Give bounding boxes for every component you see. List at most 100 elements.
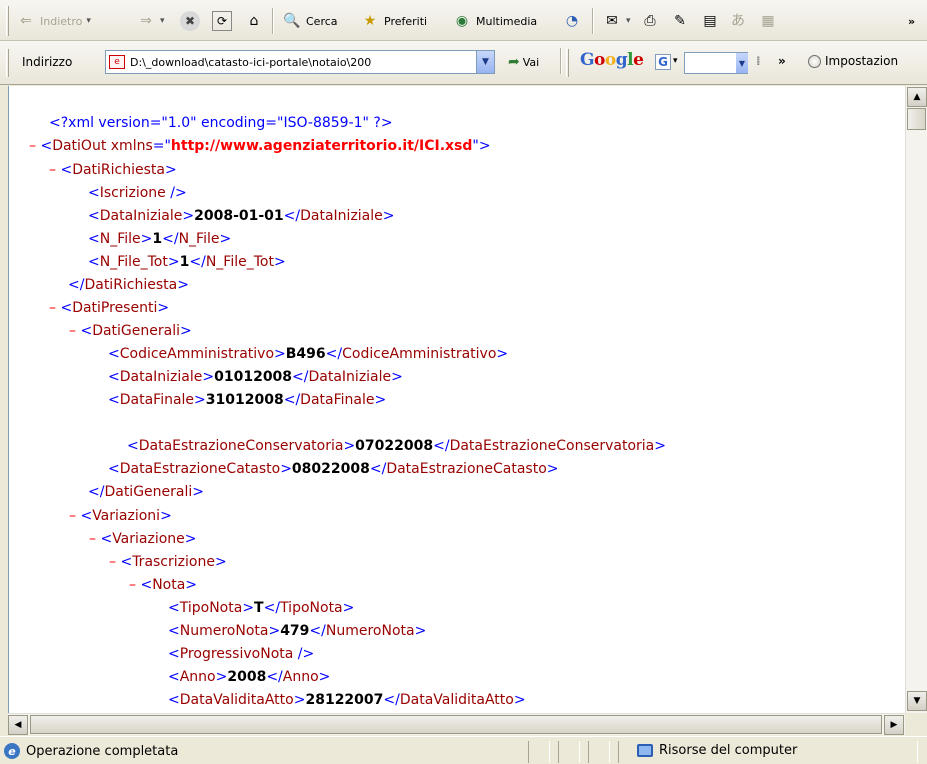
xml-node-n-file: <N_File>1</N_File> xyxy=(88,231,232,247)
status-panel xyxy=(528,741,550,763)
scroll-right-arrow-icon[interactable]: ▶ xyxy=(884,715,904,735)
status-bar: e Operazione completata Risorse del comp… xyxy=(0,736,927,764)
google-options-icon[interactable]: ⁞ xyxy=(756,54,761,68)
media-button[interactable]: ◉ Multimedia xyxy=(452,8,537,34)
discuss-icon: ▤ xyxy=(703,13,717,29)
favorites-button[interactable]: ★ Preferiti xyxy=(360,8,427,34)
ie-page-icon: e xyxy=(4,743,20,759)
translate-icon: あ xyxy=(731,13,745,29)
status-panel xyxy=(558,741,580,763)
google-overflow-chevron-icon[interactable]: » xyxy=(778,54,786,68)
research-button[interactable]: ▦ xyxy=(758,8,778,34)
xml-node-nota: – <Nota> xyxy=(129,577,198,593)
edit-button[interactable]: ✎ xyxy=(670,8,690,34)
xml-node-datigenerali: – <DatiGenerali> xyxy=(69,323,192,339)
go-arrow-icon: ➦ xyxy=(508,54,520,70)
google-settings-button[interactable]: Impostazion xyxy=(808,54,898,68)
toolbar-overflow-chevron-icon[interactable]: » xyxy=(908,8,915,34)
scroll-left-arrow-icon[interactable]: ◀ xyxy=(8,715,28,735)
xml-node-n-file-tot: <N_File_Tot>1</N_File_Tot> xyxy=(88,254,286,270)
toolbar-grip[interactable] xyxy=(6,6,9,36)
google-menu-dropdown-icon[interactable]: ▾ xyxy=(673,56,678,66)
mail-button[interactable]: ✉ ▾ xyxy=(602,8,631,34)
address-toolbar: Indirizzo e D:\_download\catasto-ici-por… xyxy=(0,41,927,85)
xml-node-codiceamministrativo: <CodiceAmministrativo>B496</CodiceAmmini… xyxy=(108,346,509,362)
scroll-up-arrow-icon[interactable]: ▲ xyxy=(907,87,927,107)
collapse-toggle[interactable]: – xyxy=(89,531,96,547)
xml-node-datipresenti: – <DatiPresenti> xyxy=(49,300,170,316)
mail-dropdown-icon[interactable]: ▾ xyxy=(626,16,631,26)
toolbar-separator xyxy=(272,8,274,34)
xml-node-iscrizione: <Iscrizione /> xyxy=(88,185,187,201)
horizontal-scroll-thumb[interactable] xyxy=(30,715,882,734)
media-icon: ◉ xyxy=(455,13,469,29)
xml-close-datigenerali: </DatiGenerali> xyxy=(88,484,204,500)
google-input-dropdown-icon[interactable]: ▼ xyxy=(736,53,748,73)
address-grip[interactable] xyxy=(6,49,9,77)
google-search-icon[interactable]: G xyxy=(655,54,671,70)
scroll-down-arrow-icon[interactable]: ▼ xyxy=(907,691,927,711)
print-button[interactable]: ⎙ xyxy=(640,8,660,34)
xml-close-datirichiesta: </DatiRichiesta> xyxy=(68,277,189,293)
refresh-button[interactable]: ⟳ xyxy=(212,8,232,34)
home-icon: ⌂ xyxy=(249,13,259,29)
mail-icon: ✉ xyxy=(606,13,618,29)
collapse-toggle[interactable]: – xyxy=(29,138,36,154)
stop-icon: ✖ xyxy=(180,11,200,31)
search-icon: 🔍 xyxy=(283,13,301,29)
xml-node-datavaliditaatto: <DataValiditaAtto>28122007</DataValidita… xyxy=(168,692,526,708)
collapse-toggle[interactable]: – xyxy=(49,162,56,178)
document-view[interactable]: <?xml version="1.0" encoding="ISO-8859-1… xyxy=(8,86,905,713)
forward-dropdown-icon[interactable]: ▾ xyxy=(160,16,165,26)
favorites-label: Preferiti xyxy=(384,14,428,28)
standard-toolbar: ⇐ Indietro ▾ ⇒ ▾ ✖ ⟳ ⌂ 🔍 Cerca ★ Preferi… xyxy=(0,0,927,41)
settings-radio-icon xyxy=(808,55,821,68)
refresh-icon: ⟳ xyxy=(212,11,232,31)
go-button[interactable]: ➦ Vai xyxy=(508,54,539,70)
status-panel xyxy=(588,741,610,763)
google-logo[interactable]: Google xyxy=(580,50,644,70)
home-button[interactable]: ⌂ xyxy=(244,8,264,34)
security-zone[interactable]: Risorse del computer xyxy=(637,743,797,758)
discuss-button[interactable]: ▤ xyxy=(700,8,720,34)
horizontal-scrollbar[interactable]: ◀ ▶ xyxy=(8,713,905,735)
xml-node-datiout: – <DatiOut xmlns="http://www.agenziaterr… xyxy=(29,138,491,154)
collapse-toggle[interactable]: – xyxy=(49,300,56,316)
history-button[interactable]: ◔ xyxy=(562,8,582,34)
back-button[interactable]: ⇐ Indietro ▾ xyxy=(16,8,91,34)
xml-node-variazione: – <Variazione> xyxy=(89,531,197,547)
collapse-toggle[interactable]: – xyxy=(69,508,76,524)
search-label: Cerca xyxy=(306,14,338,28)
favorites-star-icon: ★ xyxy=(363,13,377,29)
back-arrow-icon: ⇐ xyxy=(20,13,32,29)
address-dropdown-icon[interactable]: ▼ xyxy=(476,51,494,73)
collapse-toggle[interactable]: – xyxy=(109,554,116,570)
xml-node-anno: <Anno>2008</Anno> xyxy=(168,669,331,685)
vertical-scrollbar[interactable]: ▲ ▼ xyxy=(905,86,927,713)
xml-node-dataestrazionecatasto: <DataEstrazioneCatasto>08022008</DataEst… xyxy=(108,461,559,477)
xml-declaration: <?xml version="1.0" encoding="ISO-8859-1… xyxy=(49,115,393,131)
edit-icon: ✎ xyxy=(674,13,686,29)
vertical-scroll-thumb[interactable] xyxy=(907,108,926,130)
history-icon: ◔ xyxy=(565,13,579,29)
forward-arrow-icon: ⇒ xyxy=(140,13,152,29)
address-label: Indirizzo xyxy=(22,55,73,69)
xml-node-datainiziale: <DataIniziale>2008-01-01</DataIniziale> xyxy=(88,208,395,224)
status-text: Operazione completata xyxy=(26,744,179,759)
collapse-toggle[interactable]: – xyxy=(69,323,76,339)
xml-file-icon: e xyxy=(109,55,125,69)
google-grip[interactable] xyxy=(566,49,569,77)
address-value[interactable]: D:\_download\catasto-ici-portale\notaio\… xyxy=(130,56,476,69)
computer-icon xyxy=(637,744,653,757)
collapse-toggle[interactable]: – xyxy=(129,577,136,593)
xml-node-numeronota: <NumeroNota>479</NumeroNota> xyxy=(168,623,427,639)
search-button[interactable]: 🔍 Cerca xyxy=(282,8,338,34)
stop-button[interactable]: ✖ xyxy=(180,8,200,34)
xml-node-datainiziale-2: <DataIniziale>01012008</DataIniziale> xyxy=(108,369,403,385)
forward-button[interactable]: ⇒ ▾ xyxy=(136,8,165,34)
media-label: Multimedia xyxy=(476,14,538,28)
back-dropdown-icon[interactable]: ▾ xyxy=(86,16,91,26)
translate-button[interactable]: あ xyxy=(728,8,748,34)
address-field[interactable]: e D:\_download\catasto-ici-portale\notai… xyxy=(105,50,495,74)
xml-node-variazioni: – <Variazioni> xyxy=(69,508,172,524)
